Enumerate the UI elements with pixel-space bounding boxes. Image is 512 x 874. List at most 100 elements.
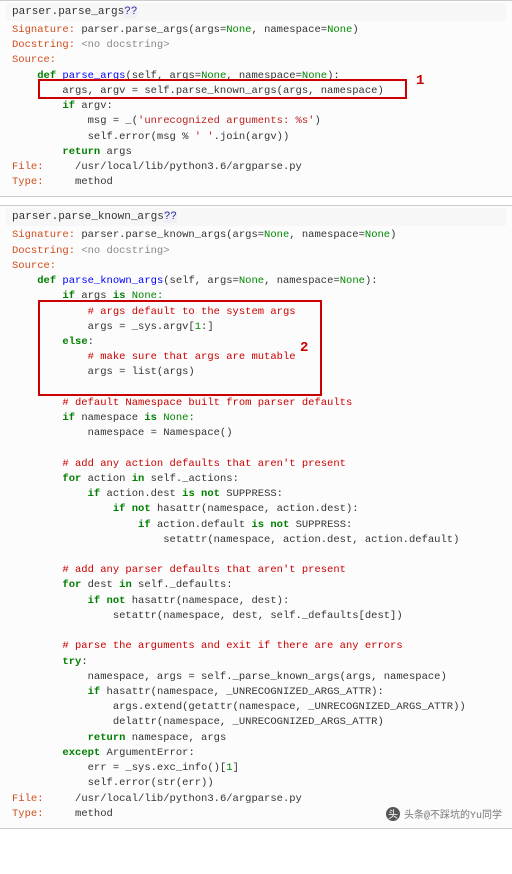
- kw-def: def: [37, 70, 56, 82]
- t: ):: [365, 275, 378, 287]
- none: None: [365, 229, 390, 241]
- t: args: [75, 290, 113, 302]
- kw: if not: [113, 503, 151, 515]
- code-line: args, argv = self.parse_known_args(args,…: [12, 85, 384, 97]
- str: ' ': [195, 131, 214, 143]
- type-label: Type:: [12, 808, 44, 820]
- t: , namespace=: [251, 24, 327, 36]
- kw: for: [62, 473, 81, 485]
- watermark-icon: 头: [386, 807, 400, 821]
- help-marks: ??: [124, 6, 137, 18]
- none: None: [201, 70, 226, 82]
- t: namespace: [75, 412, 144, 424]
- t: hasattr(namespace, action.dest):: [151, 503, 359, 515]
- t: namespace = Namespace(): [12, 427, 233, 439]
- comment: # parse the arguments and exit if there …: [12, 640, 403, 652]
- src-label: Source:: [12, 260, 56, 272]
- kw: for: [62, 579, 81, 591]
- watermark: 头 头条@不踩坑的Yu同学: [386, 806, 502, 822]
- kw: if: [62, 290, 75, 302]
- src-label: Source:: [12, 54, 56, 66]
- kw: is not: [182, 488, 220, 500]
- str: 'unrecognized arguments: %s': [138, 115, 314, 127]
- type-val: method: [44, 176, 113, 188]
- type-label: Type:: [12, 176, 44, 188]
- kw-return: return: [62, 146, 100, 158]
- none: None: [226, 24, 251, 36]
- none: None: [239, 275, 264, 287]
- input-code: parser.parse_args: [12, 6, 124, 18]
- t: :: [88, 336, 94, 348]
- input-line-2: parser.parse_known_args??: [6, 208, 506, 226]
- t: ]: [233, 762, 239, 774]
- t: namespace, args = self._parse_known_args…: [12, 671, 447, 683]
- kw: if: [88, 686, 101, 698]
- t: self.error(msg %: [12, 131, 195, 143]
- comment: # default Namespace built from parser de…: [12, 397, 352, 409]
- annotation-1: 1: [416, 73, 424, 89]
- doc-text: <no docstring>: [75, 39, 170, 51]
- comment: # args default to the system args: [12, 306, 296, 318]
- none: None: [327, 24, 352, 36]
- t: None:: [125, 290, 163, 302]
- t: ): [352, 24, 358, 36]
- doc-text: <no docstring>: [75, 245, 170, 257]
- kw: is not: [251, 519, 289, 531]
- t: SUPPRESS:: [220, 488, 283, 500]
- t: :: [81, 656, 87, 668]
- t: hasattr(namespace, dest):: [125, 595, 289, 607]
- t: action.dest: [100, 488, 182, 500]
- fn-name: parse_known_args: [56, 275, 163, 287]
- t: hasattr(namespace, _UNRECOGNIZED_ARGS_AT…: [100, 686, 384, 698]
- cell-2: parser.parse_known_args?? Signature: par…: [0, 205, 512, 829]
- t: args: [100, 146, 132, 158]
- t: setattr(namespace, action.dest, action.d…: [12, 534, 459, 546]
- kw: is: [144, 412, 157, 424]
- t: , namespace=: [289, 229, 365, 241]
- fn-name: parse_args: [56, 70, 125, 82]
- kw: is: [113, 290, 126, 302]
- kw: try: [62, 656, 81, 668]
- file-label: File:: [12, 161, 44, 173]
- file-label: File:: [12, 793, 44, 805]
- kw: except: [62, 747, 100, 759]
- sig-label: Signature:: [12, 229, 75, 241]
- t: action.default: [151, 519, 252, 531]
- t: action: [81, 473, 131, 485]
- comment: # add any action defaults that aren't pr…: [12, 458, 346, 470]
- none: None: [264, 229, 289, 241]
- t: self._defaults:: [132, 579, 233, 591]
- t: argv:: [75, 100, 113, 112]
- sig-text: parser.parse_args(args=: [75, 24, 226, 36]
- comment: # make sure that args are mutable: [12, 351, 296, 363]
- kw: in: [132, 473, 145, 485]
- t: , namespace=: [226, 70, 302, 82]
- t: err = _sys.exc_info()[: [12, 762, 226, 774]
- t: self._actions:: [144, 473, 239, 485]
- t: msg = _(: [12, 115, 138, 127]
- t: setattr(namespace, dest, self._defaults[…: [12, 610, 403, 622]
- input-line-1: parser.parse_args??: [6, 3, 506, 21]
- kw-if: if: [62, 100, 75, 112]
- t: (self, args=: [163, 275, 239, 287]
- doc-label: Docstring:: [12, 245, 75, 257]
- t: ArgumentError:: [100, 747, 195, 759]
- output-1: Signature: parser.parse_args(args=None, …: [6, 21, 506, 192]
- t: delattr(namespace, _UNRECOGNIZED_ARGS_AT…: [12, 716, 384, 728]
- cell-1: parser.parse_args?? Signature: parser.pa…: [0, 0, 512, 197]
- t: ): [314, 115, 320, 127]
- help-marks: ??: [164, 211, 177, 223]
- input-code: parser.parse_known_args: [12, 211, 164, 223]
- kw: in: [119, 579, 132, 591]
- watermark-text: 头条@不踩坑的Yu同学: [404, 806, 502, 822]
- file-path: /usr/local/lib/python3.6/argparse.py: [44, 161, 302, 173]
- comment: # add any parser defaults that aren't pr…: [12, 564, 346, 576]
- file-path: /usr/local/lib/python3.6/argparse.py: [44, 793, 302, 805]
- t: self.error(str(err)): [12, 777, 214, 789]
- kw-def: def: [37, 275, 56, 287]
- t: ):: [327, 70, 340, 82]
- type-val: method: [44, 808, 113, 820]
- output-2: Signature: parser.parse_known_args(args=…: [6, 226, 506, 824]
- t: dest: [81, 579, 119, 591]
- doc-label: Docstring:: [12, 39, 75, 51]
